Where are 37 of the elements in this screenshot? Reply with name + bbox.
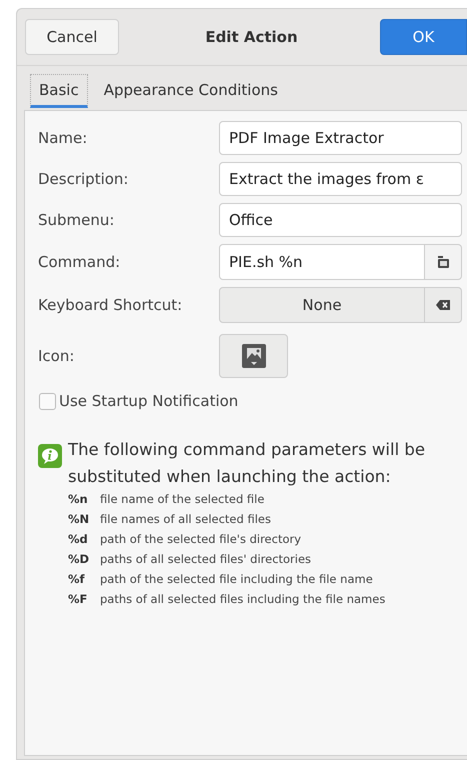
parameter-code: %f — [68, 572, 86, 586]
parameter-description: paths of all selected files including the file names — [100, 592, 386, 606]
clear-button[interactable] — [425, 287, 462, 323]
field-label: Icon: — [38, 347, 76, 365]
field-label: Submenu: — [38, 211, 116, 229]
parameter-description: file names of all selected files — [100, 512, 272, 526]
backspace-icon — [436, 300, 450, 310]
browse-button[interactable] — [425, 244, 462, 280]
parameter-code: %D — [68, 552, 90, 566]
window-title: Edit Action — [204, 28, 299, 46]
text-field[interactable]: Office — [219, 203, 462, 237]
cancel-button[interactable]: Cancel — [25, 19, 119, 55]
parameter-description: path of the selected file's directory — [100, 532, 302, 546]
command-field[interactable]: PIE.sh %n — [219, 244, 425, 280]
shortcut-button[interactable]: None — [219, 287, 425, 323]
field-label: Keyboard Shortcut: — [38, 296, 184, 314]
parameter-description: file name of the selected file — [100, 492, 266, 506]
info-icon — [38, 444, 62, 468]
icon-button[interactable] — [219, 334, 288, 378]
parameter-code: %d — [68, 532, 89, 546]
text-field[interactable]: Extract the images from ε — [219, 162, 462, 196]
field-label: Name: — [38, 129, 88, 147]
info-text: The following command parameters will be substituted when launching the action: — [68, 439, 426, 488]
parameter-code: %N — [68, 512, 90, 526]
parameter-description: path of the selected file including the file name — [100, 572, 374, 586]
tab[interactable]: Appearance Conditions — [96, 74, 286, 108]
ok-button[interactable]: OK — [380, 19, 467, 55]
parameter-description: paths of all selected files' directories — [100, 552, 312, 566]
field-label: Description: — [38, 170, 130, 188]
field-label: Command: — [38, 253, 122, 271]
image-icon — [242, 344, 266, 368]
folder-icon — [438, 256, 448, 268]
checkbox-label: Use Startup Notification — [59, 392, 238, 410]
text-field[interactable]: PDF Image Extractor — [219, 121, 462, 155]
checkbox[interactable] — [39, 392, 56, 410]
parameter-code: %n — [68, 492, 89, 506]
parameter-code: %F — [68, 592, 88, 606]
